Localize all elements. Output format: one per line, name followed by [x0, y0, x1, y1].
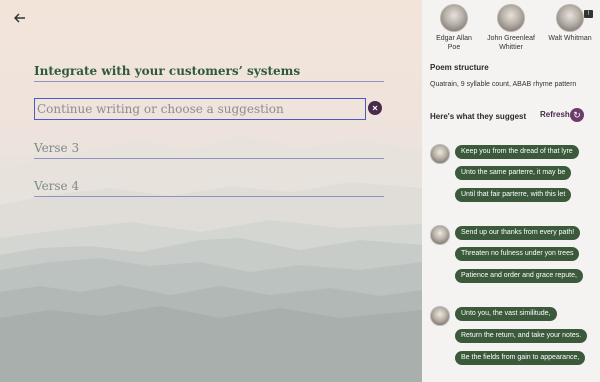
suggestion-chip[interactable]: Be the fields from gain to appearance,	[455, 351, 586, 365]
suggestion-chip[interactable]: Threaten no fulness under yon trees	[455, 247, 580, 261]
refresh-icon: ↻	[573, 110, 581, 120]
verse-4-line[interactable]: Verse 4	[34, 175, 384, 197]
poet-name: Edgar Allan Poe	[436, 35, 472, 51]
suggestion-chip[interactable]: Send up our thanks from every path!	[455, 226, 581, 240]
refresh-button[interactable]: ↻	[570, 108, 584, 122]
back-button[interactable]	[10, 8, 30, 28]
poet-name: Walt Whitman	[548, 35, 592, 42]
suggestion-chip[interactable]: Keep you from the dread of that lyre	[455, 145, 579, 159]
poem-canvas: Integrate with your customers’ systems V…	[0, 0, 422, 382]
close-icon	[372, 105, 378, 111]
suggestion-sidebar: Edgar Allan Poe John Greenleaf Whittier Wa…	[422, 0, 600, 382]
clear-button[interactable]	[368, 101, 382, 115]
avatar	[440, 4, 468, 32]
avatar	[556, 4, 584, 32]
notification-badge: !	[584, 10, 593, 18]
avatar	[430, 306, 450, 326]
structure-description: Quatrain, 9 syllable count, ABAB rhyme p…	[430, 81, 577, 88]
suggestion-chip[interactable]: Until that fair parterre, with this let	[455, 188, 572, 202]
verse-2-input[interactable]	[34, 98, 366, 120]
refresh-label[interactable]: Refresh	[540, 110, 570, 119]
suggestion-chip[interactable]: Unto the same parterre, it may be	[455, 166, 572, 180]
arrow-left-icon	[14, 13, 25, 23]
avatar	[430, 225, 450, 245]
suggestion-chip[interactable]: Return the return, and take your notes.	[455, 329, 588, 343]
avatar	[430, 144, 450, 164]
suggestions-title: Here's what they suggest	[430, 112, 527, 121]
suggestion-chip[interactable]: Patience and order and grace repute,	[455, 269, 583, 283]
verse-3-line[interactable]: Verse 3	[34, 137, 384, 159]
poet-name: John Greenleaf Whittier	[487, 35, 535, 51]
structure-title: Poem structure	[430, 63, 489, 72]
suggestion-chip[interactable]: Unto you, the vast similitude,	[455, 307, 557, 321]
verse-1-line[interactable]: Integrate with your customers’ systems	[34, 60, 384, 82]
poet-edgar-allan-poe[interactable]: Edgar Allan Poe	[424, 4, 484, 52]
poet-john-greenleaf-whittier[interactable]: John Greenleaf Whittier	[481, 4, 541, 52]
avatar	[497, 4, 525, 32]
